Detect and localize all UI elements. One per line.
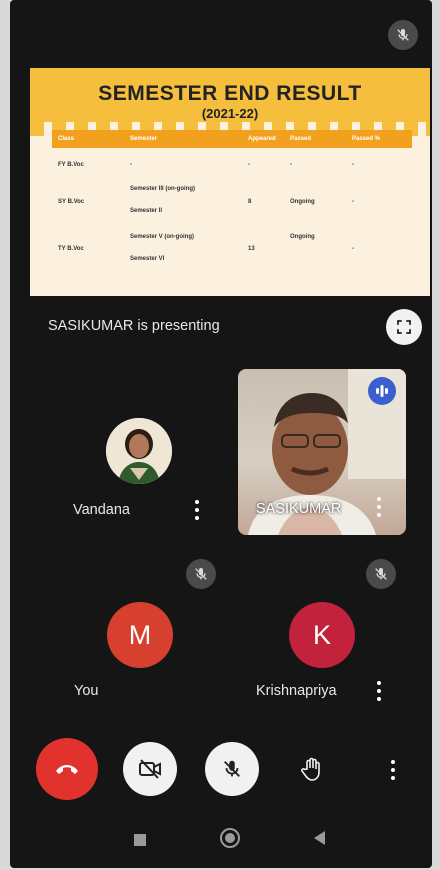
meet-call-screen: SEMESTER END RESULT (2021-22) Class Seme… [10,0,432,868]
column-header: Passed [290,136,312,142]
fullscreen-icon [397,320,411,334]
column-header: Passed % [352,136,381,142]
you-mic-off-badge [186,559,216,589]
audio-wave-icon [376,385,388,397]
more-options-button[interactable] [388,760,398,780]
slide-subtitle: (2021-22) [201,106,259,121]
sasikumar-video-tile[interactable]: SASIKUMAR [238,369,406,535]
row-semester: Semester V (on-going) [130,234,195,240]
speaking-indicator [368,377,396,405]
end-call-button[interactable] [36,738,98,800]
column-header: Appeared [248,136,276,142]
row-semester: - [130,162,132,168]
row-percent: - [352,246,354,252]
krishnapriya-more-button[interactable] [374,681,384,701]
participant-name-you: You [74,683,99,699]
avatar [106,418,172,484]
row-class: FY B.Voc [58,162,84,168]
row-passed: - [290,162,292,168]
row-appeared: 8 [248,199,252,205]
row-passed: Ongoing [290,234,315,240]
recents-nav-button[interactable] [134,834,146,846]
vandana-more-button[interactable] [192,500,202,520]
row-percent: - [352,162,354,168]
row-class: SY B.Voc [58,199,85,205]
row-class: TY B.Voc [58,246,84,252]
camera-toggle-button[interactable] [123,742,177,796]
phone-hangup-icon [56,765,78,774]
row-appeared: 13 [248,246,255,252]
fullscreen-button[interactable] [386,309,422,345]
raise-hand-icon [301,757,320,781]
row-semester: Semester II [130,208,163,214]
back-nav-button[interactable] [314,831,326,845]
mic-off-icon [224,760,240,777]
result-table-header: Class Semester Appeared Passed Passed % [52,130,412,148]
row-percent: - [352,199,354,205]
mic-off-icon [375,568,387,580]
mic-toggle-button[interactable] [205,742,259,796]
mic-off-icon [397,29,409,41]
participant-name-vandana: Vandana [73,502,130,518]
home-nav-button[interactable] [220,828,240,848]
avatar-you: M [107,602,173,668]
row-semester: Semester III (on-going) [130,186,196,192]
row-passed: Ongoing [290,199,315,205]
slide-title: SEMESTER END RESULT [98,82,362,105]
presented-slide: SEMESTER END RESULT (2021-22) Class Seme… [30,68,430,296]
participant-name-sasikumar: SASIKUMAR [256,501,342,517]
camera-off-icon [139,759,161,779]
avatar-krishnapriya: K [289,602,355,668]
row-semester: Semester VI [130,256,165,262]
top-mic-off-badge[interactable] [388,20,418,50]
column-header: Semester [130,136,158,142]
home-dot [225,833,235,843]
participant-name-krishnapriya: Krishnapriya [256,683,337,699]
column-header: Class [58,136,75,142]
presenting-label: SASIKUMAR is presenting [48,318,220,334]
krishnapriya-mic-off-badge [366,559,396,589]
sasikumar-more-button[interactable] [374,497,384,517]
raise-hand-button[interactable] [285,742,339,796]
mic-off-icon [195,568,207,580]
row-appeared: - [248,162,250,168]
